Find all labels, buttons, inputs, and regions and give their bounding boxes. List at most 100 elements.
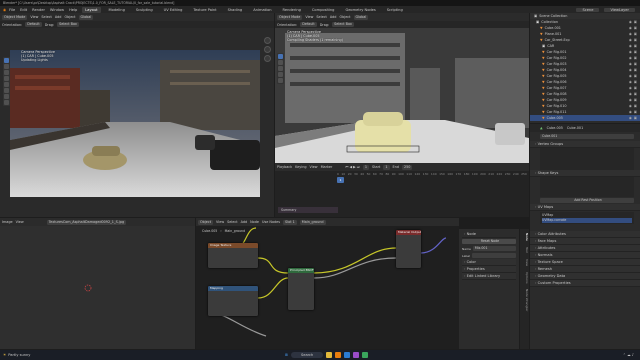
mode-selector[interactable]: Object Mode [2,14,28,20]
face-maps-section[interactable]: Face Maps [530,238,640,245]
viewport-left[interactable]: Object Mode View Select Add Object Globa… [0,13,274,217]
shape-keys-section[interactable]: Shape Keys [530,170,640,177]
menu-view-right[interactable]: View [305,15,313,19]
outliner-row[interactable]: ▼ Cube.005 ◉ ▣ [530,115,640,121]
remesh-section[interactable]: Remesh [530,266,640,273]
node-principled[interactable]: Principled BSDF [288,268,314,310]
color-section[interactable]: Color [462,259,516,266]
transform-orientation-right[interactable]: Global [353,14,369,20]
select-tool-icon[interactable] [4,58,9,63]
playhead[interactable]: 1 [337,177,344,183]
drag-dropdown[interactable]: Select Box [57,22,79,27]
transform-tool-icon[interactable] [4,88,9,93]
measure-tool-icon[interactable] [4,100,9,105]
taskbar-search-box[interactable]: Search [290,352,324,358]
menu-image-view[interactable]: View [16,220,24,224]
select-tool-icon-right[interactable] [278,54,283,59]
menu-object[interactable]: Object [64,15,75,19]
visibility-eye-icon[interactable]: ◉ [629,115,632,121]
uv-maps-list[interactable]: UVMap UVMap.corrode [540,212,634,224]
orientation-dropdown[interactable]: Default [25,22,42,27]
workspace-tab-modeling[interactable]: Modeling [106,7,128,13]
custom-properties-section[interactable]: Custom Properties [530,280,640,287]
name-field[interactable]: Mix.001 [472,246,516,251]
vertex-groups-section[interactable]: Vertex Groups [530,141,640,148]
blender-taskbar-icon[interactable] [335,352,342,358]
menu-object-right[interactable]: Object [339,15,350,19]
file-explorer-icon[interactable] [326,352,333,358]
move-tool-icon[interactable] [4,70,9,75]
cursor-tool-icon-right[interactable] [278,60,283,65]
workspace-tab-scripting[interactable]: Scripting [384,7,406,13]
app-taskbar-icon[interactable] [353,352,360,358]
workspace-tab-uv[interactable]: UV Editing [161,7,186,13]
edit-linked-library-section[interactable]: Edit Linked Library [462,273,516,280]
menu-keying[interactable]: Keying [295,165,306,169]
weather-icon[interactable]: ☀ [3,353,6,357]
workspace-tab-texture-paint[interactable]: Texture Paint [190,7,219,13]
menu-select[interactable]: Select [41,15,51,19]
system-tray-icon[interactable]: ⌃ ☁ ♪ [623,353,634,357]
blender-logo-icon[interactable]: ◉ [3,8,6,12]
drag-dropdown-right[interactable]: Select Box [332,22,354,27]
windows-start-icon[interactable]: ⊞ [285,353,288,357]
tab-options[interactable]: Options [520,272,529,284]
mode-selector-right[interactable]: Object Mode [277,14,303,20]
tab-node[interactable]: Node [520,233,529,241]
normals-section[interactable]: Normals [530,252,640,259]
menu-edit[interactable]: Edit [20,8,27,12]
workspace-tab-animation[interactable]: Animation [250,7,274,13]
image-selector[interactable]: TexturesCom_AsphaltDamaged0092_1_S.jpg [46,219,127,225]
menu-timeline-view[interactable]: View [310,165,318,169]
workspace-tab-sculpting[interactable]: Sculpting [133,7,156,13]
outliner[interactable]: ▣ Scene Collection ▣ Collection ◉ ▣ ▼ Cube.001… [530,13,640,123]
pan-icon[interactable] [264,46,271,53]
rotate-tool-icon[interactable] [4,76,9,81]
move-tool-icon-right[interactable] [278,66,283,71]
image-editor[interactable]: Image View TexturesCom_AsphaltDamaged009… [0,218,195,349]
node-editor[interactable]: Object View Select Add Node Use Nodes Sl… [196,218,459,349]
scale-tool-icon-right[interactable] [278,78,283,83]
workspace-tab-rendering[interactable]: Rendering [280,7,304,13]
orientation-dropdown-right[interactable]: Default [300,22,317,27]
transform-orientation[interactable]: Global [78,14,94,20]
menu-view[interactable]: View [30,15,38,19]
menu-window[interactable]: Window [50,8,64,12]
weather-label[interactable]: Partly sunny [8,353,30,357]
node-panel-title[interactable]: Node [462,231,516,238]
workspace-tab-layout[interactable]: Layout [82,6,101,13]
app2-taskbar-icon[interactable] [362,352,369,358]
tab-node-wrangler[interactable]: Node Wrangler [520,289,529,311]
label-field[interactable] [472,253,516,258]
uv-maps-section[interactable]: UV Maps [530,204,640,211]
geometry-data-section[interactable]: Geometry Data [530,273,640,280]
texture-space-section[interactable]: Texture Space [530,259,640,266]
cursor-tool-icon[interactable] [4,64,9,69]
render-camera-icon[interactable]: ▣ [634,115,637,121]
node-image-texture[interactable]: Image Texture [208,243,258,268]
2d-cursor-icon[interactable] [84,284,92,292]
menu-add[interactable]: Add [55,15,62,19]
properties-editor[interactable]: ▲ Cube.005 Cube.001 Cube.001 Vertex Grou… [530,124,640,349]
viewport-right[interactable]: Object Mode View Select Add Object Globa… [275,13,529,163]
attributes-section[interactable]: Attributes [530,245,640,252]
node-material-output[interactable]: Material Output [396,230,421,268]
menu-help[interactable]: Help [69,8,77,12]
reset-node-button[interactable]: Reset Node [462,239,516,244]
view-layer-selector[interactable]: ViewLayer [604,7,635,12]
menu-select-right[interactable]: Select [316,15,326,19]
scale-tool-icon[interactable] [4,82,9,87]
rotate-tool-icon-right[interactable] [278,72,283,77]
color-attributes-section[interactable]: Color Attributes [530,231,640,238]
menu-marker[interactable]: Marker [321,165,333,169]
add-rest-position-checkbox[interactable]: Add Rest Position [540,198,634,203]
current-frame-field[interactable]: 1 [362,164,370,170]
mesh-datablock-field[interactable]: Cube.001 [540,134,634,139]
workspace-tab-geometry-nodes[interactable]: Geometry Nodes [342,7,378,13]
menu-image[interactable]: Image [2,220,13,224]
uv-map-item-corrode[interactable]: UVMap.corrode [542,218,632,223]
properties-section[interactable]: Properties [462,266,516,273]
start-frame-field[interactable]: 1 [383,164,390,170]
menu-playback[interactable]: Playback [277,165,292,169]
browser-taskbar-icon[interactable] [344,352,351,358]
